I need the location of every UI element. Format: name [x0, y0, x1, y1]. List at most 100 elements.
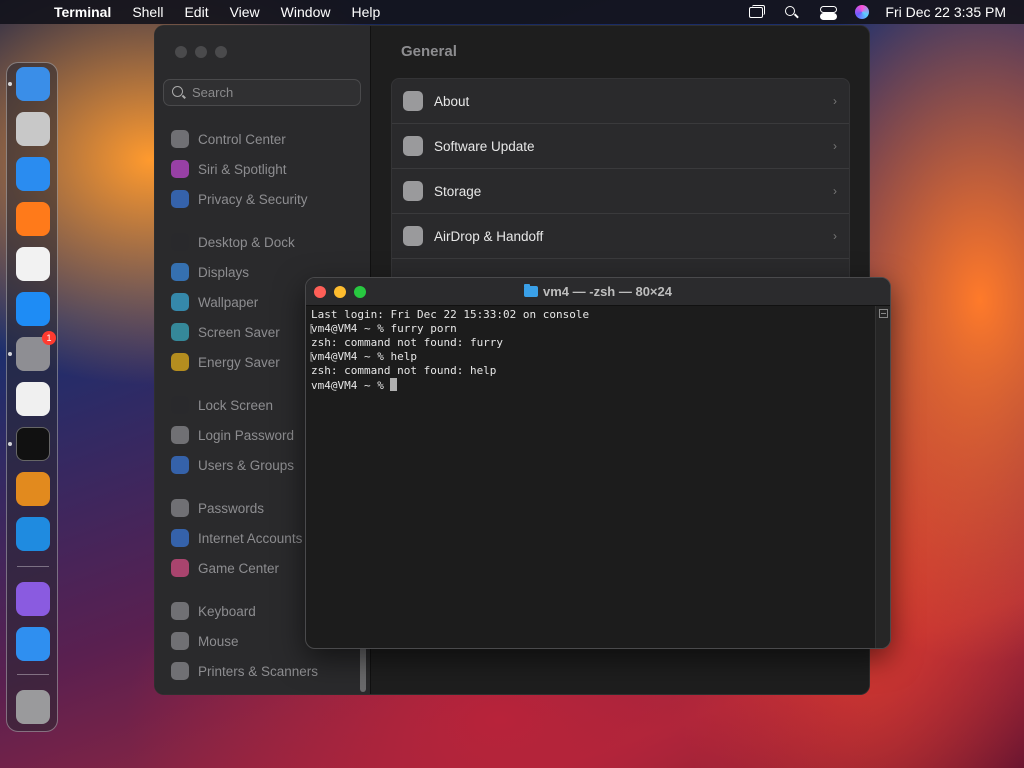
privacy-security-icon	[171, 190, 189, 208]
siri-spotlight-icon	[171, 160, 189, 178]
weather-icon[interactable]	[16, 627, 50, 661]
menu-window[interactable]: Window	[281, 4, 331, 20]
keyboard-icon	[171, 602, 189, 620]
sidebar-item-login-password[interactable]: Login Password	[171, 424, 294, 446]
sidebar-item-displays[interactable]: Displays	[171, 261, 249, 283]
siri-icon[interactable]	[855, 5, 870, 19]
settings-row-label: Storage	[434, 183, 482, 199]
sidebar-item-lock-screen[interactable]: Lock Screen	[171, 394, 273, 416]
menu-view[interactable]: View	[230, 4, 260, 20]
desktop-dock-icon	[171, 233, 189, 251]
terminal-prompt-line[interactable]: vm4@VM4 ~ %	[311, 378, 872, 392]
menu-app-terminal[interactable]: Terminal	[54, 4, 111, 20]
textedit-icon[interactable]	[16, 382, 50, 416]
sidebar-item-label: Internet Accounts	[198, 530, 303, 546]
sidebar-item-game-center[interactable]: Game Center	[171, 557, 279, 579]
app-store-icon[interactable]	[16, 292, 50, 326]
sidebar-item-energy-saver[interactable]: Energy Saver	[171, 351, 280, 373]
sidebar-item-desktop-dock[interactable]: Desktop & Dock	[171, 231, 295, 253]
page-title: General	[401, 43, 457, 60]
sidebar-item-printers-scanners[interactable]: Printers & Scanners	[171, 660, 318, 682]
sidebar-item-screen-saver[interactable]: Screen Saver	[171, 321, 280, 343]
finder-icon[interactable]	[16, 67, 50, 101]
menu-bar-clock[interactable]: Fri Dec 22 3:35 PM	[885, 4, 1006, 20]
firefox-icon[interactable]	[16, 202, 50, 236]
sidebar-item-keyboard[interactable]: Keyboard	[171, 600, 256, 622]
sidebar-item-mouse[interactable]: Mouse	[171, 630, 239, 652]
sidebar-item-passwords[interactable]: Passwords	[171, 497, 264, 519]
sidebar-item-label: Screen Saver	[198, 324, 280, 340]
system-settings-icon[interactable]: 1	[16, 331, 56, 371]
terminal-icon[interactable]	[16, 427, 50, 461]
sidebar-item-siri-spotlight[interactable]: Siri & Spotlight	[171, 158, 287, 180]
terminal-line: [vm4@VM4 ~ % help]	[308, 350, 884, 364]
general-settings-list: About › Software Update › Storage › AirDrop & …	[391, 78, 850, 288]
running-indicator	[8, 82, 12, 86]
garageband-icon[interactable]	[16, 472, 50, 506]
login-password-icon	[171, 426, 189, 444]
chevron-right-icon: ›	[833, 184, 837, 198]
settings-row-storage[interactable]: Storage ›	[392, 169, 849, 214]
terminal-window[interactable]: vm4 — -zsh — 80×24 Last login: Fri Dec 2…	[305, 277, 891, 649]
terminal-line-text: vm4@VM4 ~ % help	[311, 350, 417, 363]
terminal-scrollbar[interactable]	[875, 306, 890, 648]
zoom-button[interactable]	[215, 46, 227, 58]
menu-bar: Terminal Shell Edit View Window Help Fri…	[0, 0, 1024, 24]
screen-saver-icon	[171, 323, 189, 341]
terminal-title-text: vm4 — -zsh — 80×24	[543, 284, 672, 299]
dock-separator	[17, 566, 49, 567]
terminal-titlebar[interactable]: vm4 — -zsh — 80×24	[306, 278, 890, 306]
menu-edit[interactable]: Edit	[184, 4, 208, 20]
settings-row-airdrop-handoff[interactable]: AirDrop & Handoff ›	[392, 214, 849, 259]
running-indicator	[8, 352, 12, 356]
mouse-icon	[171, 632, 189, 650]
sidebar-item-label: Control Center	[198, 131, 286, 147]
safari-icon[interactable]	[16, 157, 50, 191]
terminal-line: zsh: command not found: help	[311, 364, 497, 377]
close-button[interactable]	[175, 46, 187, 58]
settings-row-about[interactable]: About ›	[392, 79, 849, 124]
settings-search-input[interactable]: Search	[163, 79, 361, 106]
scroll-collapse-icon[interactable]	[879, 309, 888, 318]
menu-shell[interactable]: Shell	[132, 4, 163, 20]
sidebar-item-label: Login Password	[198, 427, 295, 443]
spotlight-search-icon[interactable]	[783, 5, 801, 19]
chevron-right-icon: ›	[833, 94, 837, 108]
menu-help[interactable]: Help	[351, 4, 380, 20]
terminal-output[interactable]: Last login: Fri Dec 22 15:33:02 on conso…	[308, 308, 884, 648]
screen-mirroring-icon[interactable]	[747, 5, 766, 19]
sidebar-item-control-center[interactable]: Control Center	[171, 128, 286, 150]
sidebar-item-privacy-security[interactable]: Privacy & Security	[171, 188, 308, 210]
sidebar-item-internet-accounts[interactable]: Internet Accounts	[171, 527, 302, 549]
sidebar-item-label: Desktop & Dock	[198, 234, 295, 250]
trash-icon[interactable]	[16, 690, 50, 724]
sidebar-item-label: Users & Groups	[198, 457, 295, 473]
sidebar-item-label: Displays	[198, 264, 250, 280]
sidebar-item-users-groups[interactable]: Users & Groups	[171, 454, 294, 476]
passwords-icon	[171, 499, 189, 517]
chevron-right-icon: ›	[833, 139, 837, 153]
sidebar-item-label: Wallpaper	[198, 294, 259, 310]
sidebar-item-wallpaper[interactable]: Wallpaper	[171, 291, 258, 313]
chrome-icon[interactable]	[16, 247, 50, 281]
printers-scanners-icon	[171, 662, 189, 680]
text-cursor	[390, 378, 398, 391]
displays-icon	[171, 263, 189, 281]
sidebar-item-label: Passwords	[198, 500, 265, 516]
vscode-icon[interactable]	[16, 517, 50, 551]
game-center-icon	[171, 559, 189, 577]
storage-icon	[403, 181, 423, 201]
visual-studio-icon[interactable]	[16, 582, 50, 616]
minimize-button[interactable]	[195, 46, 207, 58]
sidebar-item-label: Game Center	[198, 560, 280, 576]
internet-accounts-icon	[171, 529, 189, 547]
settings-row-label: Software Update	[434, 138, 535, 154]
lock-screen-icon	[171, 396, 189, 414]
running-indicator	[8, 442, 12, 446]
launchpad-icon[interactable]	[16, 112, 50, 146]
prompt-mark-left: [	[308, 350, 315, 363]
control-center-icon[interactable]	[819, 5, 838, 20]
software-update-icon	[403, 136, 423, 156]
settings-row-software-update[interactable]: Software Update ›	[392, 124, 849, 169]
terminal-title: vm4 — -zsh — 80×24	[306, 284, 890, 299]
